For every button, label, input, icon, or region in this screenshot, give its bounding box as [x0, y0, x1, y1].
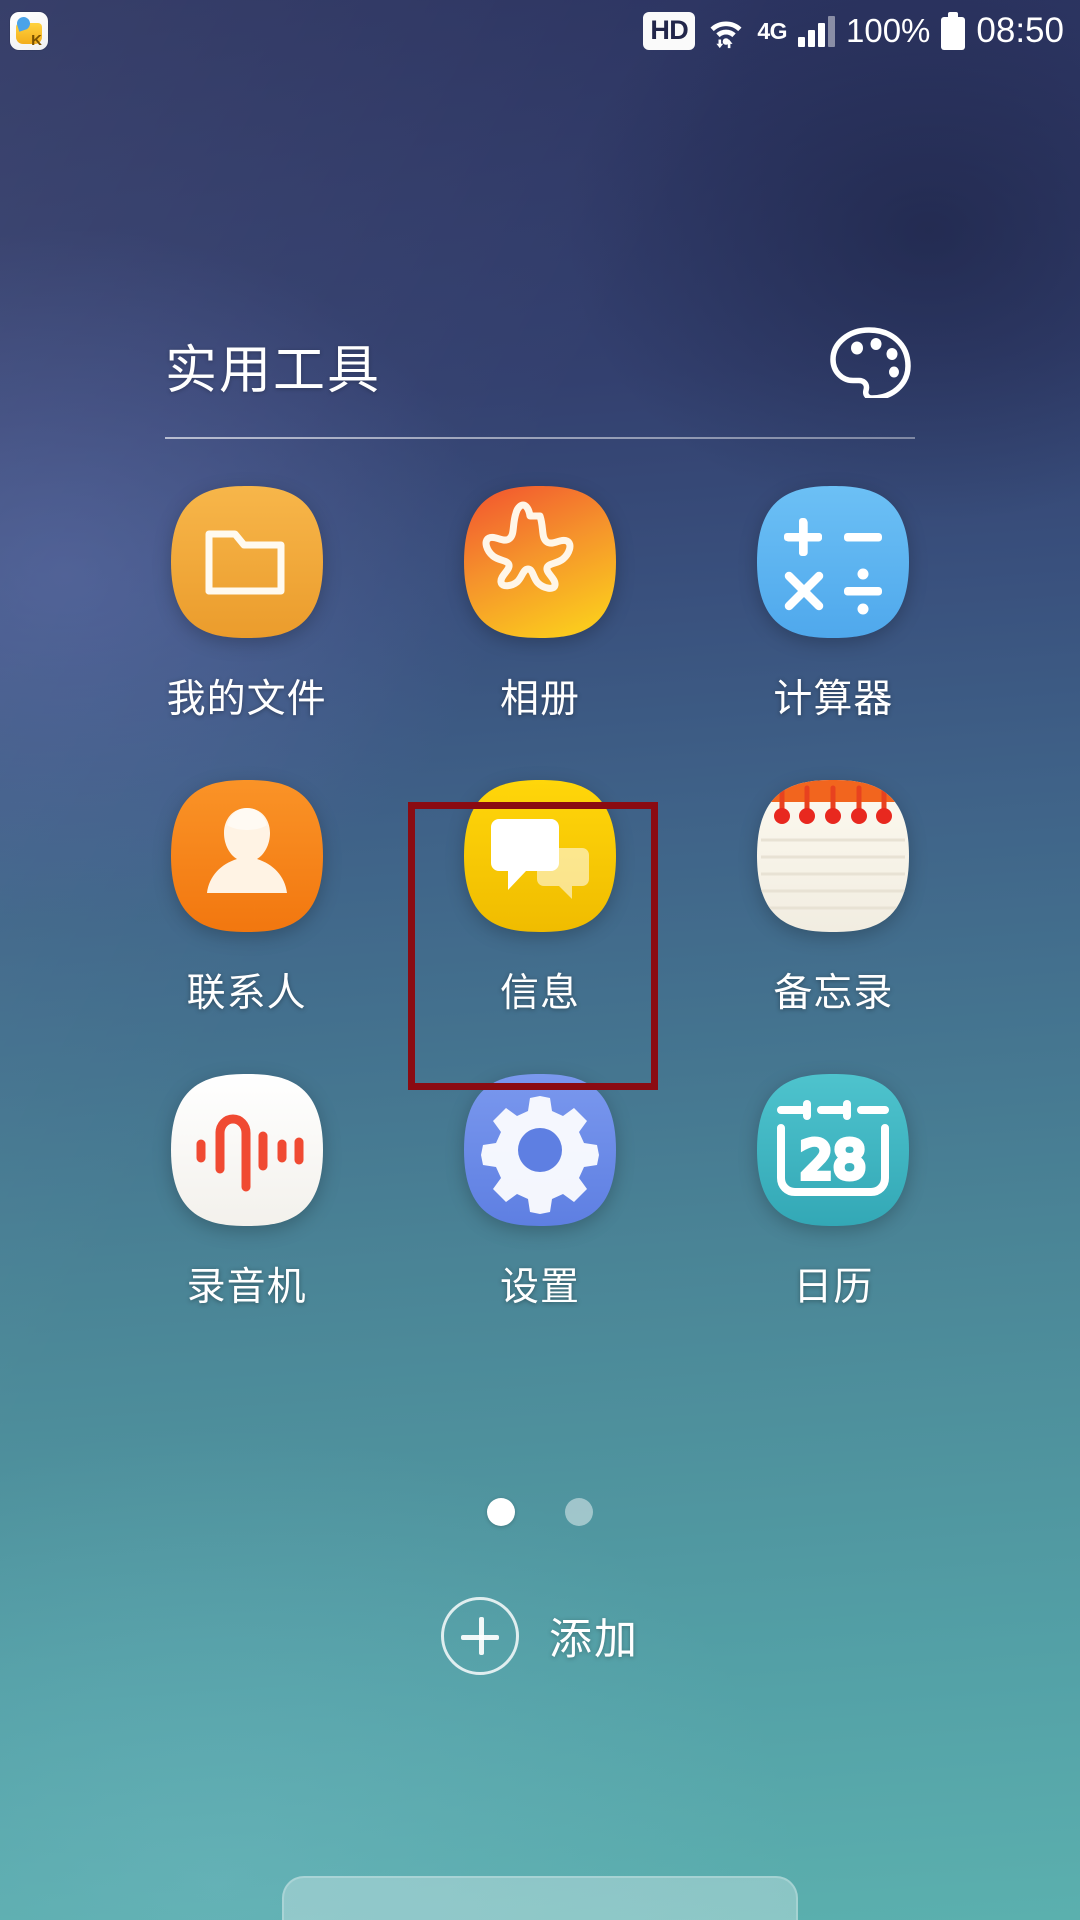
contacts-icon [163, 772, 331, 940]
status-bar-left: K [10, 12, 48, 50]
app-label: 日历 [793, 1265, 874, 1310]
plus-circle-icon [441, 1597, 519, 1675]
folder-panel: 实用工具 我的文件 相册 计算器 联系人 信息 备忘录 录音机 设置 28 日历… [0, 0, 1080, 1920]
voice-recorder-icon [163, 1066, 331, 1234]
calculator-icon [749, 478, 917, 646]
my-files-icon [163, 478, 331, 646]
folder-header: 实用工具 [165, 320, 915, 450]
folder-divider [165, 437, 915, 439]
signal-bars-icon [798, 15, 835, 47]
page-dot-2[interactable] [565, 1498, 593, 1526]
calendar-icon: 28 [749, 1066, 917, 1234]
network-type-label: 4G [757, 17, 787, 44]
palette-icon[interactable] [823, 324, 915, 401]
app-item-voice-recorder[interactable]: 录音机 [100, 1066, 393, 1312]
app-grid: 我的文件 相册 计算器 联系人 信息 备忘录 录音机 设置 28 日历 [100, 478, 980, 1312]
app-item-calendar[interactable]: 28 日历 [687, 1066, 980, 1312]
add-app-button[interactable]: 添加 [0, 1597, 1080, 1675]
app-notification-icon[interactable]: K [10, 12, 48, 50]
app-label: 相册 [499, 677, 580, 722]
folder-title[interactable]: 实用工具 [165, 328, 381, 403]
app-label: 我的文件 [166, 677, 327, 722]
messages-icon [456, 772, 624, 940]
app-item-my-files[interactable]: 我的文件 [100, 478, 393, 724]
gallery-icon [456, 478, 624, 646]
app-label: 录音机 [186, 1265, 307, 1310]
memo-icon [749, 772, 917, 940]
hd-badge: HD [643, 12, 696, 50]
calendar-day-number: 28 [800, 1131, 866, 1191]
app-item-gallery[interactable]: 相册 [393, 478, 686, 724]
app-label: 联系人 [186, 971, 307, 1016]
page-indicator[interactable] [0, 1498, 1080, 1526]
status-bar-right: HD 4G 100% 08:50 [643, 11, 1064, 51]
page-dot-1[interactable] [487, 1498, 515, 1526]
battery-full-icon [941, 12, 966, 50]
app-item-calculator[interactable]: 计算器 [687, 478, 980, 724]
notification-icon-letter: K [31, 32, 42, 49]
status-bar[interactable]: K HD 4G 100% 08:50 [0, 0, 1080, 62]
add-button-label: 添加 [549, 1615, 639, 1665]
app-item-messages[interactable]: 信息 [393, 772, 686, 1018]
app-item-contacts[interactable]: 联系人 [100, 772, 393, 1018]
wifi-icon [706, 13, 746, 49]
app-label: 信息 [499, 971, 580, 1016]
app-label: 计算器 [773, 677, 894, 722]
app-item-memo[interactable]: 备忘录 [687, 772, 980, 1018]
app-item-settings[interactable]: 设置 [393, 1066, 686, 1312]
status-bar-clock: 08:50 [976, 11, 1064, 50]
battery-percent-label: 100% [846, 12, 931, 49]
app-label: 备忘录 [773, 971, 894, 1016]
settings-icon [456, 1066, 624, 1234]
app-label: 设置 [499, 1265, 580, 1310]
